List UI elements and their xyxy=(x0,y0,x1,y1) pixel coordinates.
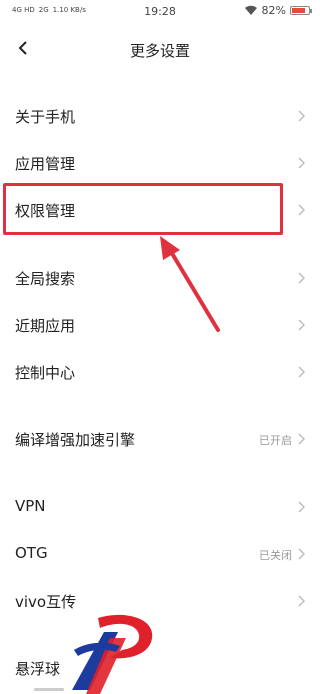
settings-row-recent-apps[interactable]: 近期应用 xyxy=(0,302,320,348)
highlight-box xyxy=(3,183,283,235)
row-label: 控制中心 xyxy=(15,364,76,382)
chevron-right-icon xyxy=(298,157,305,169)
chevron-right-icon xyxy=(298,548,305,560)
chevron-right-icon xyxy=(298,366,305,378)
wifi-icon xyxy=(244,5,257,15)
battery-level-fill xyxy=(292,8,305,13)
page-header: 更多设置 xyxy=(0,30,320,70)
settings-row-about-phone[interactable]: 关于手机 xyxy=(0,93,320,139)
settings-row-app-management[interactable]: 应用管理 xyxy=(0,140,320,186)
battery-percent: 82% xyxy=(261,4,286,17)
row-label: 全局搜索 xyxy=(15,270,76,288)
settings-row-vivo-share[interactable]: vivo互传 xyxy=(0,578,320,624)
settings-row-vpn[interactable]: VPN xyxy=(0,484,320,530)
status-bar: 4G HD 2G 1.10 KB/s 19:28 82% xyxy=(0,0,320,24)
row-label: 应用管理 xyxy=(15,155,76,173)
chevron-right-icon xyxy=(298,319,305,331)
row-label: VPN xyxy=(15,497,46,515)
chevron-right-icon xyxy=(298,110,305,122)
row-label: vivo互传 xyxy=(15,593,77,611)
chevron-right-icon xyxy=(298,433,305,445)
chevron-right-icon xyxy=(298,595,305,607)
home-indicator[interactable] xyxy=(34,688,64,691)
row-label: 编译增强加速引擎 xyxy=(15,431,136,449)
settings-row-global-search[interactable]: 全局搜索 xyxy=(0,255,320,301)
chevron-right-icon xyxy=(298,501,305,513)
battery-icon xyxy=(290,6,312,15)
row-status: 已开启 xyxy=(259,434,292,447)
settings-row-control-center[interactable]: 控制中心 xyxy=(0,349,320,395)
page-title: 更多设置 xyxy=(129,42,190,60)
settings-row-otg[interactable]: OTG 已关闭 xyxy=(0,531,320,577)
row-status: 已关闭 xyxy=(259,549,292,562)
chevron-right-icon xyxy=(298,272,305,284)
chevron-right-icon xyxy=(298,204,305,216)
settings-row-floating-ball[interactable]: 悬浮球 xyxy=(0,645,320,691)
watermark-logo xyxy=(72,614,153,694)
row-label: OTG xyxy=(15,544,48,562)
status-right: 82% xyxy=(244,4,312,17)
row-label: 近期应用 xyxy=(15,317,76,335)
row-label: 悬浮球 xyxy=(15,660,61,678)
row-label: 关于手机 xyxy=(15,108,76,126)
settings-row-compile-engine[interactable]: 编译增强加速引擎 已开启 xyxy=(0,416,320,462)
